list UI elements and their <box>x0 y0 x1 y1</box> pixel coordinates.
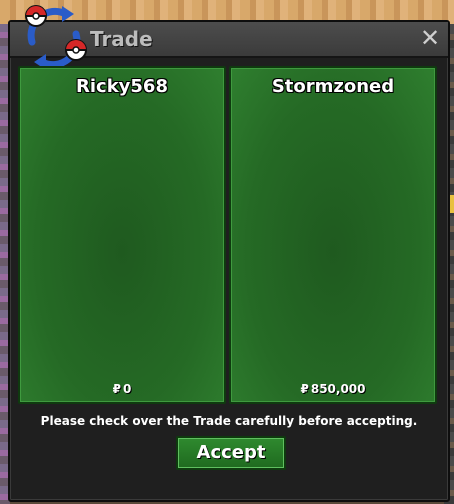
close-icon[interactable]: ✕ <box>418 26 442 50</box>
accept-button[interactable]: Accept <box>176 436 286 470</box>
player-name: Ricky568 <box>76 76 168 97</box>
trade-notice: Please check over the Trade carefully be… <box>40 414 418 428</box>
trade-panel-self[interactable]: Ricky568 ₽0 <box>18 66 226 404</box>
trade-window: Trade ✕ Ricky568 ₽0 Stormzoned ₽850,000 <box>8 5 450 502</box>
money-offer[interactable]: ₽0 <box>20 382 224 396</box>
trade-arrows-pokeball-icon <box>25 5 87 70</box>
money-amount: 850,000 <box>310 382 366 396</box>
money-amount: 0 <box>123 382 132 396</box>
money-offer: ₽850,000 <box>231 382 435 396</box>
trade-panels: Ricky568 ₽0 Stormzoned ₽850,000 <box>18 66 440 404</box>
pokedollar-icon: ₽ <box>112 382 121 396</box>
trade-panel-partner: Stormzoned ₽850,000 <box>229 66 437 404</box>
window-title: Trade <box>90 27 153 51</box>
pokedollar-icon: ₽ <box>300 382 309 396</box>
player-name: Stormzoned <box>271 76 395 97</box>
